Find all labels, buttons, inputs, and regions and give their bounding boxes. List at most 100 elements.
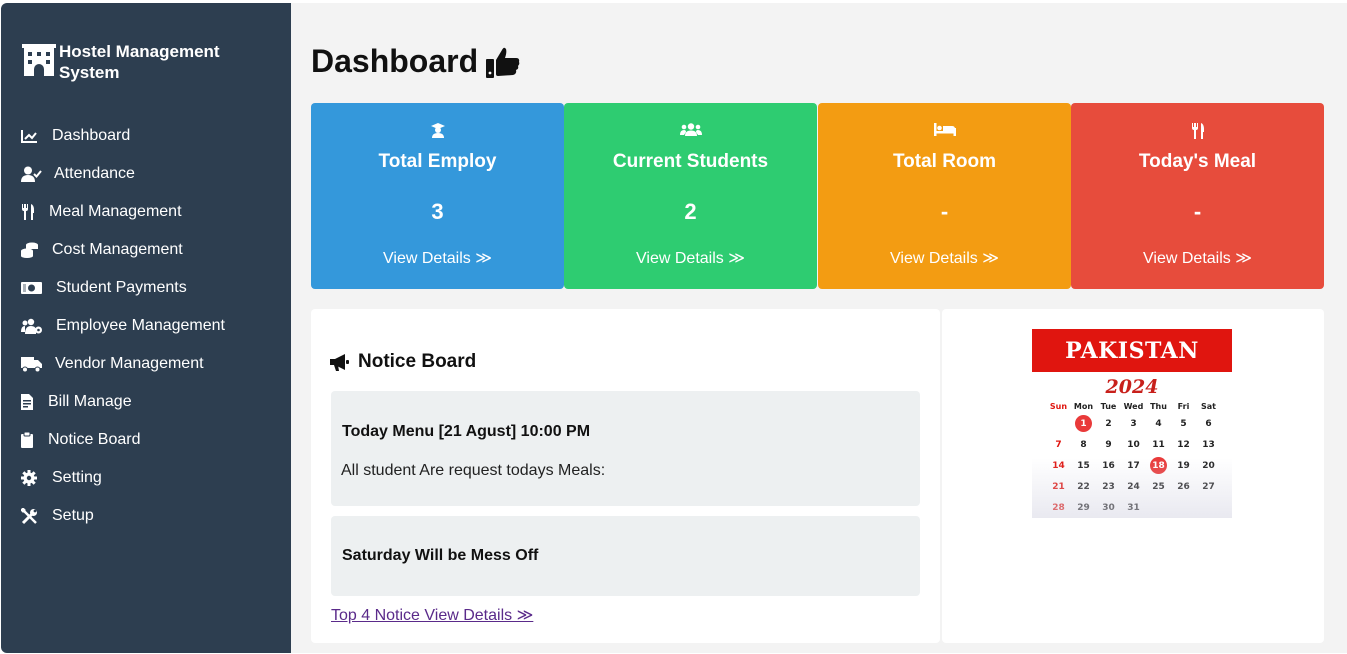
card-value: - [940, 199, 949, 224]
card-title: Total Employ [378, 151, 497, 172]
utensils-icon [1191, 123, 1204, 139]
coins-icon [21, 241, 43, 259]
calendar-day: 21 [1052, 481, 1065, 492]
calendar-day: 4 [1155, 418, 1162, 429]
calendar-day: 19 [1177, 460, 1190, 471]
gear-icon [21, 469, 43, 487]
calendar-country: PAKISTAN [1032, 329, 1232, 372]
hotel-icon [22, 44, 56, 76]
notice-item-title: Saturday Will be Mess Off [342, 547, 539, 564]
calendar-image: PAKISTAN 2024 Sun Mon Tue Wed Thu Fri Sat 1 2 3 4 5… [1032, 329, 1232, 518]
card-title: Current Students [612, 151, 769, 172]
calendar-day: 28 [1052, 502, 1065, 513]
calendar-day: 24 [1127, 481, 1140, 492]
calendar-day: 1 [1071, 413, 1096, 434]
sidebar-item-notice-board[interactable]: Notice Board [1, 421, 291, 459]
card-title: Today's Meal [1138, 151, 1257, 172]
clipboard-icon [21, 431, 39, 449]
sidebar-item-label: Vendor Management [55, 355, 204, 372]
card-todays-meal: Today's Meal - View Details ≫ [1071, 103, 1324, 289]
card-value: 3 [431, 199, 444, 224]
calendar-weekday: Thu [1150, 402, 1167, 411]
sidebar-item-label: Dashboard [52, 127, 131, 144]
calendar-day: 20 [1202, 460, 1215, 471]
sidebar-item-label: Cost Management [52, 241, 183, 258]
view-details-link[interactable]: View Details ≫ [564, 248, 817, 268]
sidebar-item-setup[interactable]: Setup [1, 497, 291, 535]
view-details-link[interactable]: View Details ≫ [818, 248, 1071, 268]
sidebar-item-student-payments[interactable]: Student Payments [1, 269, 291, 307]
sidebar-item-label: Attendance [54, 165, 135, 182]
calendar-day: 23 [1102, 481, 1115, 492]
calendar-day: 3 [1130, 418, 1137, 429]
calendar-day: 8 [1080, 439, 1087, 450]
sidebar-item-attendance[interactable]: Attendance [1, 155, 291, 193]
notice-item[interactable]: Saturday Will be Mess Off [331, 516, 920, 596]
calendar-day: 13 [1202, 439, 1215, 450]
money-bill-icon [21, 279, 47, 297]
card-value: 2 [684, 199, 697, 224]
notice-board-heading: Notice Board [330, 351, 476, 373]
bed-icon [933, 123, 956, 136]
sidebar-item-label: Setting [52, 469, 102, 486]
main-content: Dashboard Total Employ 3 View Details ≫ … [291, 3, 1347, 653]
sidebar-item-label: Employee Management [56, 317, 225, 334]
utensils-icon [21, 203, 40, 221]
card-current-students: Current Students 2 View Details ≫ [564, 103, 817, 289]
chart-line-icon [21, 127, 43, 145]
calendar-day: 7 [1055, 439, 1062, 450]
calendar-day: 14 [1052, 460, 1065, 471]
calendar-day: 5 [1180, 418, 1187, 429]
sidebar: Hostel Management System Dashboard Atten… [1, 3, 291, 653]
calendar-year: 2024 [1105, 376, 1159, 398]
sidebar-item-label: Notice Board [48, 431, 141, 448]
calendar-day: 16 [1102, 460, 1115, 471]
calendar-day: 11 [1152, 439, 1165, 450]
sidebar-item-dashboard[interactable]: Dashboard [1, 117, 291, 155]
calendar-day: 30 [1102, 502, 1115, 513]
bullhorn-icon [330, 354, 349, 371]
sidebar-item-label: Student Payments [56, 279, 187, 296]
calendar-day: 26 [1177, 481, 1190, 492]
sidebar-item-employee-management[interactable]: Employee Management [1, 307, 291, 345]
calendar-day: 27 [1202, 481, 1215, 492]
users-cog-icon [21, 317, 47, 335]
calendar-panel: PAKISTAN 2024 Sun Mon Tue Wed Thu Fri Sat 1 2 3 4 5… [942, 309, 1324, 643]
thumbs-up-icon [486, 47, 520, 78]
user-check-icon [21, 165, 45, 183]
notice-item-body: All student Are request todays Meals: [341, 462, 606, 479]
calendar-day: 2 [1105, 418, 1112, 429]
view-details-link[interactable]: View Details ≫ [311, 248, 564, 268]
sidebar-nav: Dashboard Attendance Meal Management Cos… [1, 117, 291, 535]
sidebar-item-bill-manage[interactable]: Bill Manage [1, 383, 291, 421]
notice-item-title: Today Menu [21 Agust] 10:00 PM [342, 423, 591, 440]
sidebar-item-meal-management[interactable]: Meal Management [1, 193, 291, 231]
calendar-day: 12 [1177, 439, 1190, 450]
sidebar-item-cost-management[interactable]: Cost Management [1, 231, 291, 269]
file-invoice-icon [21, 393, 39, 411]
app-title: Hostel Management System [59, 42, 220, 82]
brand[interactable]: Hostel Management System [21, 41, 249, 83]
calendar-weekday: Sat [1201, 402, 1216, 411]
notice-view-details-link[interactable]: Top 4 Notice View Details ≫ [331, 605, 533, 625]
calendar-day: 31 [1127, 502, 1140, 513]
tools-icon [21, 507, 43, 525]
notice-board-panel: Notice Board Today Menu [21 Agust] 10:00… [311, 309, 940, 643]
sidebar-item-vendor-management[interactable]: Vendor Management [1, 345, 291, 383]
calendar-day: 25 [1152, 481, 1165, 492]
card-value: - [1193, 199, 1202, 224]
users-icon [679, 123, 702, 136]
graduate-icon [430, 123, 445, 138]
calendar-empty-cell [1046, 413, 1071, 434]
page-title: Dashboard [311, 43, 520, 80]
calendar-day: 17 [1127, 460, 1140, 471]
sidebar-item-setting[interactable]: Setting [1, 459, 291, 497]
calendar-day: 9 [1105, 439, 1112, 450]
view-details-link[interactable]: View Details ≫ [1071, 248, 1324, 268]
notice-item[interactable]: Today Menu [21 Agust] 10:00 PM All stude… [331, 391, 920, 506]
calendar-weekday: Mon [1073, 402, 1094, 411]
truck-icon [21, 355, 46, 373]
calendar-weekday: Tue [1100, 402, 1117, 411]
calendar-weekday: Sun [1049, 402, 1068, 411]
sidebar-item-label: Setup [52, 507, 94, 524]
